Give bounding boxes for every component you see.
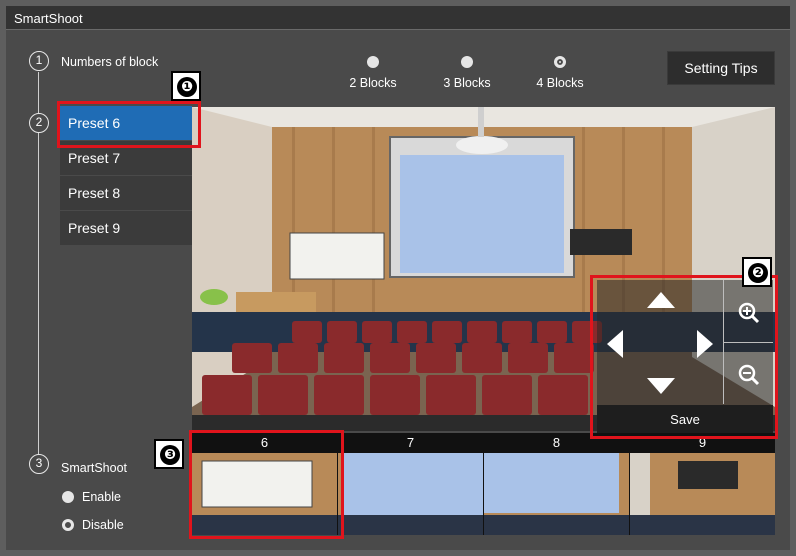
window-title: SmartShoot [14, 11, 83, 26]
callout-2-marker: ❷ [742, 257, 772, 287]
smartshoot-enable-radio[interactable]: Enable [62, 490, 121, 504]
callout-2-number: ❷ [748, 263, 768, 283]
radio-2-blocks-dot[interactable] [367, 56, 379, 68]
radio-3-blocks-label: 3 Blocks [443, 76, 491, 90]
smartshoot-disable-radio[interactable]: Disable [62, 518, 124, 532]
radio-2-blocks[interactable]: 2 Blocks [328, 56, 418, 92]
preset-item-8[interactable]: Preset 8 [60, 176, 192, 210]
callout-3-highlight [189, 430, 344, 539]
radio-4-blocks[interactable]: 4 Blocks [515, 56, 605, 92]
thumbnail-9[interactable] [630, 453, 775, 535]
callout-1-number: ❶ [177, 77, 197, 97]
thumbnail-8[interactable] [484, 453, 629, 535]
smartshoot-label: SmartShoot [61, 461, 128, 475]
smartshoot-enable-dot[interactable] [62, 491, 74, 503]
setting-tips-button[interactable]: Setting Tips [667, 51, 775, 85]
callout-2-highlight [590, 275, 778, 439]
radio-2-blocks-label: 2 Blocks [349, 76, 397, 90]
numbers-of-block-label: Numbers of block [61, 55, 159, 69]
callout-1-marker: ❶ [171, 71, 201, 101]
callout-3-marker: ❸ [154, 439, 184, 469]
callout-1-highlight [57, 101, 201, 148]
step-2-badge: 2 [29, 113, 49, 133]
smartshoot-enable-label: Enable [82, 490, 121, 504]
smartshoot-disable-dot-selected[interactable] [62, 519, 74, 531]
radio-3-blocks[interactable]: 3 Blocks [422, 56, 512, 92]
radio-4-blocks-dot-selected[interactable] [554, 56, 566, 68]
step-1-badge: 1 [29, 51, 49, 71]
callout-3-number: ❸ [160, 445, 180, 465]
step-3-badge: 3 [29, 454, 49, 474]
radio-3-blocks-dot[interactable] [461, 56, 473, 68]
thumbnail-label-7: 7 [406, 435, 415, 450]
radio-4-blocks-label: 4 Blocks [536, 76, 584, 90]
thumbnail-7[interactable] [338, 453, 483, 535]
smartshoot-disable-label: Disable [82, 518, 124, 532]
preset-item-9[interactable]: Preset 9 [60, 211, 192, 245]
window-titlebar: SmartShoot [6, 6, 790, 30]
